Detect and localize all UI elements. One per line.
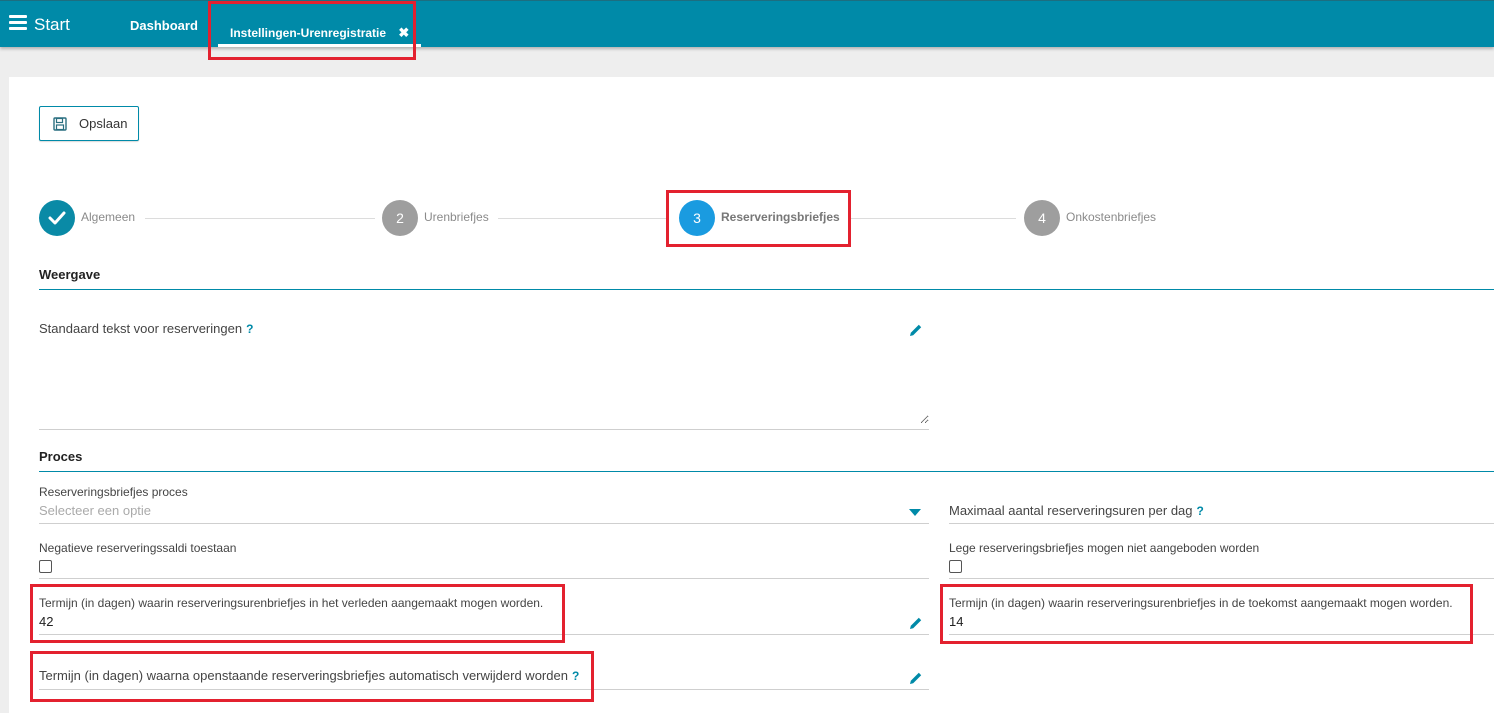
max-hours-label-text: Maximaal aantal reserveringsuren per dag	[949, 503, 1193, 518]
section-divider	[39, 471, 1494, 472]
pencil-icon[interactable]	[909, 671, 923, 685]
section-title-proces: Proces	[39, 449, 83, 464]
save-button[interactable]: Opslaan	[39, 106, 139, 141]
standard-text-textarea[interactable]	[39, 338, 929, 424]
section-title-weergave: Weergave	[39, 267, 101, 282]
chevron-down-icon[interactable]	[909, 509, 921, 516]
standard-text-label-text: Standaard tekst voor reserveringen	[39, 321, 243, 336]
auto-delete-term-underline	[39, 689, 929, 690]
process-select-underline	[39, 523, 929, 524]
field-underline	[39, 429, 929, 430]
max-hours-underline	[949, 523, 1494, 524]
auto-delete-term-label: Termijn (in dagen) waarna openstaande re…	[39, 668, 579, 683]
field-underline	[39, 578, 929, 579]
process-select-label: Reserveringsbriefjes proces	[39, 485, 188, 499]
checkmark-icon	[48, 211, 66, 225]
tab-label: Instellingen-Urenregistratie	[230, 26, 387, 40]
step-algemeen-label[interactable]: Algemeen	[81, 210, 135, 224]
step-reserveringsbriefjes-circle[interactable]: 3	[679, 200, 715, 236]
standard-text-label: Standaard tekst voor reserveringen?	[39, 321, 253, 336]
top-bar: Start Dashboard Instellingen-Urenregistr…	[0, 0, 1494, 47]
help-icon[interactable]: ?	[246, 322, 253, 336]
step-urenbriefjes-circle[interactable]: 2	[382, 200, 418, 236]
step-reserveringsbriefjes-label[interactable]: Reserveringsbriefjes	[721, 210, 840, 224]
field-underline	[949, 578, 1494, 579]
stepper-connector	[498, 218, 668, 219]
future-term-value[interactable]: 14	[949, 614, 963, 629]
empty-not-offered-checkbox[interactable]	[949, 560, 962, 573]
max-hours-label: Maximaal aantal reserveringsuren per dag…	[949, 503, 1204, 518]
pencil-icon[interactable]	[909, 323, 923, 337]
negative-balance-label: Negatieve reserveringssaldi toestaan	[39, 541, 237, 555]
tab-dashboard[interactable]: Dashboard	[130, 18, 198, 33]
past-term-label: Termijn (in dagen) waarin reserveringsur…	[39, 596, 544, 610]
negative-balance-checkbox[interactable]	[39, 560, 52, 573]
process-select-placeholder[interactable]: Selecteer een optie	[39, 503, 151, 518]
tab-instellingen-urenregistratie[interactable]: Instellingen-Urenregistratie ✖	[218, 15, 422, 47]
empty-not-offered-label: Lege reserveringsbriefjes mogen niet aan…	[949, 541, 1260, 555]
auto-delete-term-label-text: Termijn (in dagen) waarna openstaande re…	[39, 668, 568, 683]
save-button-label: Opslaan	[79, 116, 128, 131]
stepper-connector	[848, 218, 1016, 219]
step-onkostenbriefjes-circle[interactable]: 4	[1024, 200, 1060, 236]
step-urenbriefjes-label[interactable]: Urenbriefjes	[424, 210, 489, 224]
help-icon[interactable]: ?	[1197, 504, 1204, 518]
floppy-disk-icon	[53, 116, 67, 131]
step-algemeen-circle[interactable]	[39, 200, 75, 236]
close-icon[interactable]: ✖	[398, 25, 409, 41]
past-term-value[interactable]: 42	[39, 614, 53, 629]
past-term-underline	[39, 634, 929, 635]
hamburger-menu-icon[interactable]	[9, 15, 27, 31]
stepper-connector	[145, 218, 375, 219]
step-onkostenbriefjes-label[interactable]: Onkostenbriefjes	[1066, 210, 1156, 224]
pencil-icon[interactable]	[909, 616, 923, 630]
section-divider	[39, 289, 1494, 290]
future-term-label: Termijn (in dagen) waarin reserveringsur…	[949, 596, 1453, 610]
future-term-underline	[949, 634, 1494, 635]
start-link[interactable]: Start	[34, 15, 70, 35]
help-icon[interactable]: ?	[572, 669, 579, 683]
